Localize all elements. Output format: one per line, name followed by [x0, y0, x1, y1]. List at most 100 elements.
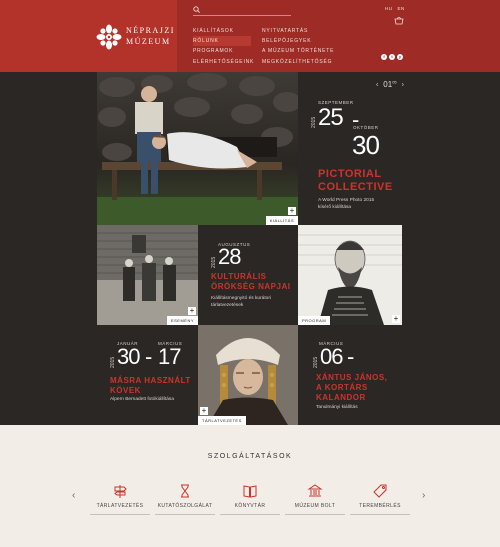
basket-icon[interactable] [394, 16, 404, 25]
feature-sub-line2: kísérő kiállítása [318, 204, 352, 210]
stones-dash: - [145, 344, 152, 369]
secondary-menu: NYITVATARTÁS BELÉPŐJEGYEK A MÚZEUM TÖRTÉ… [262, 26, 334, 67]
feature-photo[interactable]: KIÁLLÍTÁS + [97, 72, 298, 225]
language-switcher: HU EN [385, 6, 410, 11]
event-photo[interactable]: ESEMÉNY + [97, 225, 198, 325]
xantus-title-line1: XÁNTUS JÁNOS, [316, 373, 388, 382]
signpost-icon [114, 485, 127, 498]
service-label: KUTATÓSZOLGÁLAT [157, 503, 213, 509]
tag-icon [373, 484, 387, 498]
xantus-title-line2: A KORTÁRS [316, 383, 368, 392]
service-tarlatvezetes[interactable]: TÁRLATVEZETÉS [90, 483, 150, 515]
xantus-day: 06 [320, 344, 344, 369]
program-tag[interactable]: PROGRAM [298, 316, 331, 325]
menu-item-programok[interactable]: PROGRAMOK [193, 46, 254, 56]
lang-en[interactable]: EN [398, 6, 405, 11]
slider-counter: 0105 [383, 79, 397, 89]
services-prev-button[interactable]: ‹ [72, 490, 75, 501]
stones-year: 2015 [110, 356, 116, 368]
twitter-icon[interactable]: t [389, 54, 395, 60]
slider-controls: ‹ 0105 › [376, 79, 404, 89]
xantus-subtitle: Tanulmányi kiállítás [316, 405, 358, 410]
service-terembereles[interactable]: TEREMBÉRLÉS [350, 483, 410, 515]
guided-photo[interactable]: TÁRLATVEZETÉS + [198, 325, 298, 425]
slider-current: 01 [383, 79, 393, 89]
menu-item-belepojegyek[interactable]: BELÉPŐJEGYEK [262, 36, 334, 46]
program-photo[interactable]: PROGRAM + [298, 225, 402, 325]
service-label: TEREMBÉRLÉS [359, 503, 401, 509]
feature-title-line1: PICTORIAL [318, 168, 382, 180]
feature-day-start: 25 [318, 104, 344, 131]
logo-link[interactable]: NÉPRAJZI MÚZEUM [0, 0, 177, 72]
menu-item-rolunk[interactable]: RÓLUNK [193, 36, 251, 47]
service-underline [155, 514, 215, 515]
heritage-sub-line2: tárlatvezetések [211, 302, 244, 308]
guided-plus-button[interactable]: + [200, 407, 208, 415]
lang-hu[interactable]: HU [385, 6, 393, 11]
heritage-day: 28 [218, 244, 242, 269]
main-menu: KIÁLLÍTÁSOK RÓLUNK PROGRAMOK ELÉRHETŐSÉG… [193, 26, 254, 67]
stones-day-end: 17 [158, 344, 182, 369]
xantus-year: 2015 [313, 356, 319, 368]
services-section: SZOLGÁLTATÁSOK ‹ › TÁRLATVEZETÉS KUTATÓS… [0, 425, 500, 547]
feature-tag[interactable]: KIÁLLÍTÁS [265, 216, 298, 225]
menu-item-muzeum-tortenete[interactable]: A MÚZEUM TÖRTÉNETE [262, 46, 334, 56]
feature-subtitle: A World Press Photo 2015 kísérő kiállítá… [318, 198, 374, 211]
xantus-title[interactable]: XÁNTUS JÁNOS, A KORTÁRS KALANDOR [316, 373, 387, 403]
program-plus-button[interactable]: + [392, 315, 400, 323]
feature-title-line2: COLLECTIVE [318, 181, 393, 193]
logo-text: NÉPRAJZI MÚZEUM [126, 25, 175, 47]
event-image [97, 225, 198, 325]
event-tag[interactable]: ESEMÉNY [166, 316, 198, 325]
heritage-title-line1: KULTURÁLIS [211, 272, 267, 281]
feature-plus-button[interactable]: + [288, 207, 296, 215]
site-header: NÉPRAJZI MÚZEUM KIÁLLÍTÁSOK RÓLUNK PROGR… [0, 0, 500, 72]
menu-item-megkozelithetoseg[interactable]: MEGKÖZELÍTHETŐSÉG [262, 57, 334, 67]
feature-title[interactable]: PICTORIAL COLLECTIVE [318, 168, 393, 194]
service-muzeum-bolt[interactable]: MÚZEUM BOLT [285, 483, 345, 515]
facebook-icon[interactable]: f [381, 54, 387, 60]
services-title: SZOLGÁLTATÁSOK [207, 453, 293, 460]
feature-day-end: 30 [352, 130, 380, 160]
stones-subtitle: Alpern Bernadett fotókiállítása [110, 397, 174, 402]
service-label: TÁRLATVEZETÉS [96, 503, 144, 509]
stones-title-line1: MÁSRA HASZNÁLT [110, 376, 191, 385]
program-image [298, 225, 402, 325]
feature-image [97, 72, 298, 225]
event-plus-button[interactable]: + [188, 307, 196, 315]
book-icon [243, 485, 257, 498]
service-underline [90, 514, 150, 515]
menu-item-elerhetosegeink[interactable]: ELÉRHETŐSÉGEINK [193, 57, 254, 67]
heritage-title-line2: ÖRÖKSÉG NAPJAI [211, 282, 291, 291]
xantus-dash: - [347, 344, 354, 369]
services-next-button[interactable]: › [422, 490, 425, 501]
logo-line1: NÉPRAJZI [126, 26, 175, 35]
guided-tag[interactable]: TÁRLATVEZETÉS [198, 416, 246, 425]
xantus-title-line3: KALANDOR [316, 393, 366, 402]
service-underline [285, 514, 345, 515]
service-konyvtar[interactable]: KÖNYVTÁR [220, 483, 280, 515]
heritage-title[interactable]: KULTURÁLIS ÖRÖKSÉG NAPJAI [211, 272, 290, 292]
slider-total: 05 [392, 79, 397, 84]
hourglass-icon [181, 484, 189, 498]
service-underline [350, 514, 410, 515]
menu-item-kiallitasok[interactable]: KIÁLLÍTÁSOK [193, 26, 254, 36]
guided-image [198, 325, 298, 425]
heritage-year: 2015 [211, 256, 217, 268]
feature-year: 2015 [311, 116, 317, 128]
museum-icon [307, 484, 323, 497]
heritage-sub-line1: Kiállításmegnyitó és kurátori [211, 296, 271, 301]
search-icon [193, 6, 200, 13]
search-input[interactable] [193, 6, 291, 16]
logo-line2: MÚZEUM [126, 37, 171, 46]
service-underline [220, 514, 280, 515]
museum-logo-icon [96, 24, 122, 50]
stones-title[interactable]: MÁSRA HASZNÁLT KÖVEK [110, 376, 191, 396]
slider-prev-button[interactable]: ‹ [376, 82, 378, 89]
youtube-icon[interactable]: y [397, 54, 403, 60]
heritage-subtitle: Kiállításmegnyitó és kurátori tárlatveze… [211, 296, 271, 309]
stones-title-line2: KÖVEK [110, 386, 141, 395]
menu-item-nyitvatartas[interactable]: NYITVATARTÁS [262, 26, 334, 36]
service-kutatoszolgalat[interactable]: KUTATÓSZOLGÁLAT [155, 483, 215, 515]
slider-next-button[interactable]: › [402, 82, 404, 89]
